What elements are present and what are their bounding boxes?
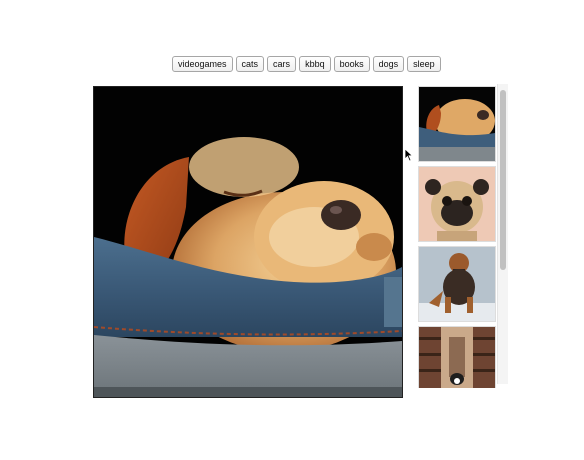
thumbnail-pug[interactable] (418, 166, 496, 242)
thumbnail-terrier[interactable] (418, 246, 496, 322)
tag-button-cars[interactable]: cars (267, 56, 297, 72)
thumbnail-library-dog[interactable] (418, 326, 496, 388)
thumbnail-image (419, 87, 495, 161)
mouse-pointer-icon (404, 148, 414, 162)
thumbnail-image (419, 167, 495, 241)
tag-button-kbbq[interactable]: kbbq (299, 56, 331, 72)
tag-button-dogs[interactable]: dogs (372, 56, 405, 72)
thumbnail-image (419, 327, 495, 388)
thumbnail-puppy[interactable] (418, 86, 496, 162)
thumbnail-strip[interactable] (416, 84, 508, 388)
thumbnail-image (419, 247, 495, 321)
thumbnail-scrollbar[interactable] (497, 84, 508, 384)
image-gallery-page: videogames cats cars kbbq books dogs sle… (0, 0, 584, 460)
tag-button-sleep[interactable]: sleep (407, 56, 441, 72)
tag-button-videogames[interactable]: videogames (172, 56, 233, 72)
scrollbar-thumb[interactable] (500, 90, 506, 270)
tag-filter-bar: videogames cats cars kbbq books dogs sle… (172, 56, 441, 72)
main-image-viewer[interactable] (93, 86, 403, 398)
tag-button-books[interactable]: books (333, 56, 370, 72)
tag-button-cats[interactable]: cats (235, 56, 265, 72)
main-image-puppy (94, 87, 402, 397)
